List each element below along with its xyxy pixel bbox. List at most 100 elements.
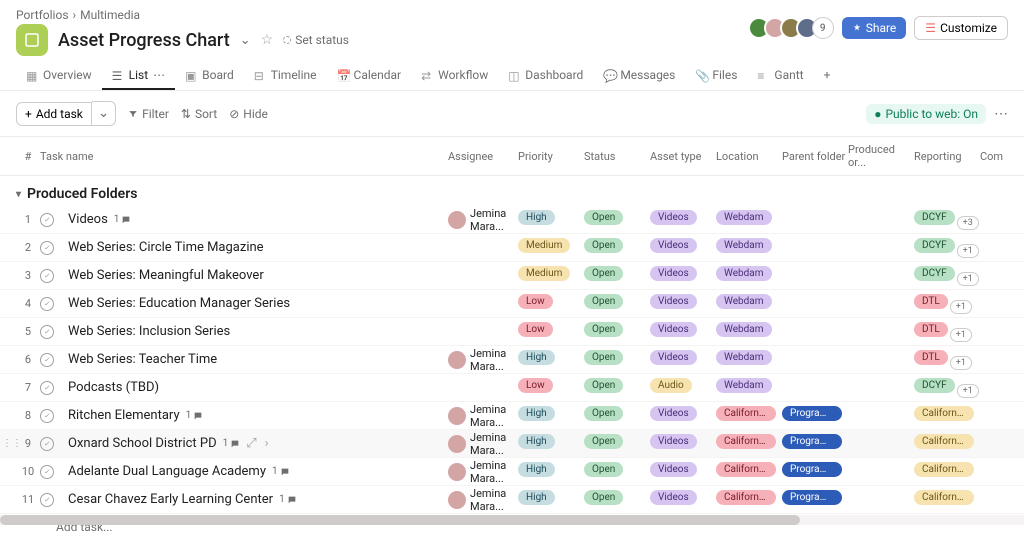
- cell-status[interactable]: Open: [584, 378, 650, 397]
- details-icon[interactable]: ›: [265, 436, 269, 451]
- cell-location[interactable]: Californi...: [716, 434, 782, 453]
- cell-reporting[interactable]: DCYF+3: [914, 210, 980, 230]
- cell-status[interactable]: Open: [584, 322, 650, 341]
- cell-priority[interactable]: Low: [518, 378, 584, 397]
- cell-asset-type[interactable]: Videos: [650, 434, 716, 453]
- pill[interactable]: High: [518, 434, 555, 449]
- pill[interactable]: Webdam: [716, 378, 772, 393]
- breadcrumb-item[interactable]: Portfolios: [16, 8, 69, 22]
- cell-status[interactable]: Open: [584, 210, 650, 229]
- tab-calendar[interactable]: 📅Calendar: [327, 62, 412, 90]
- pill[interactable]: DTL: [914, 294, 948, 309]
- pill[interactable]: High: [518, 350, 555, 365]
- task-row[interactable]: ⋮⋮8Ritchen Elementary1Jemina Mara...High…: [0, 402, 1024, 430]
- horizontal-scrollbar[interactable]: [0, 515, 1024, 525]
- pill[interactable]: Webdam: [716, 322, 772, 337]
- cell-reporting[interactable]: DCYF+1: [914, 378, 980, 398]
- cell-status[interactable]: Open: [584, 350, 650, 369]
- task-row[interactable]: ⋮⋮11Cesar Chavez Early Learning Center1J…: [0, 486, 1024, 514]
- public-web-toggle[interactable]: ● Public to web: On: [866, 104, 986, 124]
- pill[interactable]: Audio: [650, 378, 692, 393]
- col-reporting[interactable]: Reporting: [914, 150, 980, 163]
- comment-count[interactable]: 1: [114, 214, 132, 225]
- task-name[interactable]: Adelante Dual Language Academy1: [40, 464, 448, 479]
- pill[interactable]: California Tra...: [914, 462, 974, 477]
- cell-priority[interactable]: High: [518, 406, 584, 425]
- cell-location[interactable]: Californi...: [716, 490, 782, 509]
- add-tab-button[interactable]: +: [814, 62, 841, 90]
- cell-location[interactable]: Webdam: [716, 266, 782, 285]
- comment-count[interactable]: 1: [223, 438, 241, 449]
- complete-check-icon[interactable]: [40, 437, 54, 451]
- col-location[interactable]: Location: [716, 150, 782, 163]
- cell-location[interactable]: Californi...: [716, 406, 782, 425]
- more-tags[interactable]: +1: [950, 356, 972, 370]
- complete-check-icon[interactable]: [40, 213, 54, 227]
- more-tags[interactable]: +1: [950, 328, 972, 342]
- pill[interactable]: Open: [584, 490, 623, 505]
- cell-priority[interactable]: High: [518, 210, 584, 229]
- pill[interactable]: Open: [584, 322, 623, 337]
- col-task[interactable]: Task name: [40, 150, 448, 163]
- cell-reporting[interactable]: DCYF+1: [914, 238, 980, 258]
- pill[interactable]: DTL: [914, 322, 948, 337]
- share-button[interactable]: Share: [842, 17, 907, 39]
- cell-reporting[interactable]: DTL+1: [914, 350, 980, 370]
- col-priority[interactable]: Priority: [518, 150, 584, 163]
- cell-priority[interactable]: High: [518, 350, 584, 369]
- pill[interactable]: Videos: [650, 266, 697, 281]
- pill[interactable]: Open: [584, 378, 623, 393]
- cell-status[interactable]: Open: [584, 266, 650, 285]
- cell-asset-type[interactable]: Videos: [650, 350, 716, 369]
- tab-workflow[interactable]: ⇄Workflow: [411, 62, 498, 90]
- pill[interactable]: California Tra...: [914, 406, 974, 421]
- cell-location[interactable]: Webdam: [716, 378, 782, 397]
- cell-assignee[interactable]: Jemina Mara...: [448, 487, 518, 513]
- task-name[interactable]: Oxnard School District PD1⤢›: [40, 436, 448, 451]
- cell-priority[interactable]: Low: [518, 294, 584, 313]
- pill[interactable]: Californi...: [716, 434, 776, 449]
- more-tags[interactable]: +1: [950, 300, 972, 314]
- cell-assignee[interactable]: Jemina Mara...: [448, 207, 518, 233]
- set-status-button[interactable]: Set status: [283, 33, 349, 47]
- pill[interactable]: Californi...: [716, 490, 776, 505]
- task-name[interactable]: Videos1: [40, 212, 448, 227]
- more-options-icon[interactable]: ⋯: [994, 106, 1008, 122]
- cell-reporting[interactable]: California Tra...: [914, 434, 980, 453]
- drag-handle-icon[interactable]: ⋮⋮: [2, 438, 22, 449]
- pill[interactable]: Low: [518, 322, 553, 337]
- cell-status[interactable]: Open: [584, 462, 650, 481]
- complete-check-icon[interactable]: [40, 381, 54, 395]
- col-produced[interactable]: Produced or...: [848, 143, 914, 169]
- task-name[interactable]: Ritchen Elementary1: [40, 408, 448, 423]
- cell-reporting[interactable]: California Tra...: [914, 406, 980, 425]
- task-name[interactable]: Web Series: Education Manager Series: [40, 296, 448, 311]
- pill[interactable]: Videos: [650, 322, 697, 337]
- col-status[interactable]: Status: [584, 150, 650, 163]
- tab-timeline[interactable]: ⊟Timeline: [244, 62, 327, 90]
- cell-location[interactable]: Webdam: [716, 322, 782, 341]
- cell-location[interactable]: Webdam: [716, 210, 782, 229]
- cell-parent[interactable]: Program ...: [782, 406, 848, 425]
- cell-parent[interactable]: Program ...: [782, 462, 848, 481]
- cell-status[interactable]: Open: [584, 238, 650, 257]
- cell-priority[interactable]: Medium: [518, 266, 584, 285]
- col-comments[interactable]: Com: [980, 150, 1008, 163]
- pill[interactable]: Webdam: [716, 210, 772, 225]
- pill[interactable]: Open: [584, 210, 623, 225]
- pill[interactable]: Webdam: [716, 238, 772, 253]
- pill[interactable]: Videos: [650, 210, 697, 225]
- pill[interactable]: California Tra...: [914, 434, 974, 449]
- cell-reporting[interactable]: DTL+1: [914, 322, 980, 342]
- cell-assignee[interactable]: Jemina Mara...: [448, 459, 518, 485]
- tab-files[interactable]: 📎Files: [685, 62, 747, 90]
- pill[interactable]: Open: [584, 406, 623, 421]
- cell-priority[interactable]: High: [518, 434, 584, 453]
- more-tags[interactable]: +1: [957, 384, 979, 398]
- pill[interactable]: Open: [584, 434, 623, 449]
- cell-status[interactable]: Open: [584, 490, 650, 509]
- cell-asset-type[interactable]: Videos: [650, 322, 716, 341]
- task-row[interactable]: ⋮⋮2Web Series: Circle Time MagazineMediu…: [0, 234, 1024, 262]
- cell-assignee[interactable]: Jemina Mara...: [448, 347, 518, 373]
- cell-status[interactable]: Open: [584, 434, 650, 453]
